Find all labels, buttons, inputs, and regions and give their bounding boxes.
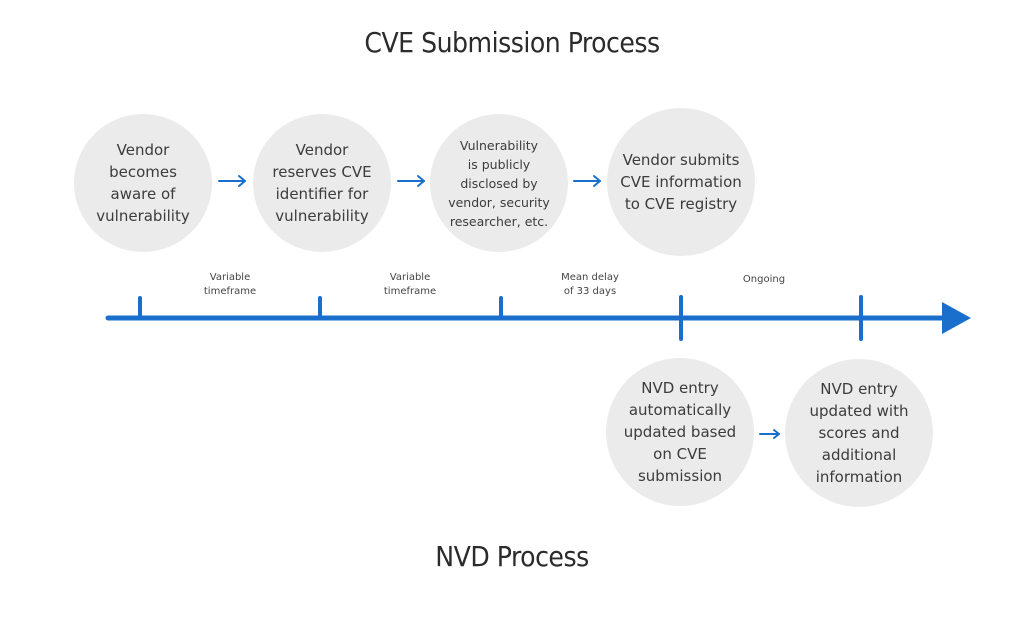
nvd-process-title: NVD Process [435, 540, 589, 573]
timeline-label-3: Mean delay of 33 days [561, 272, 619, 297]
cve-step-4: Vendor submits CVE information to CVE re… [607, 108, 755, 256]
timeline-diagram [105, 175, 971, 439]
timeline-arrowhead-icon [942, 302, 971, 334]
nvd-step-2: NVD entry updated with scores and additi… [785, 359, 933, 507]
nvd-step-1: NVD entry automatically updated based on… [606, 358, 754, 506]
timeline-label-1: Variable timeframe [203, 272, 257, 297]
right-arrow-icon [397, 175, 425, 187]
cve-step-1-text: Vendor becomes aware of vulnerability [96, 141, 190, 225]
timeline-label-2: Variable timeframe [383, 272, 437, 297]
right-arrow-icon [573, 175, 601, 187]
cve-step-2: Vendor reserves CVE identifier for vulne… [253, 114, 391, 252]
nvd-step-2-text: NVD entry updated with scores and additi… [809, 380, 909, 486]
right-arrow-icon [759, 429, 780, 439]
cve-step-3-text: Vulnerability is publicly disclosed by v… [448, 137, 550, 229]
cve-step-2-text: Vendor reserves CVE identifier for vulne… [272, 141, 372, 225]
cve-step-4-text: Vendor submits CVE information to CVE re… [620, 151, 742, 213]
right-arrow-icon [218, 175, 246, 187]
nvd-step-1-text: NVD entry automatically updated based on… [623, 379, 737, 485]
timeline-label-4: Ongoing [742, 274, 786, 285]
cve-step-1: Vendor becomes aware of vulnerability [74, 114, 212, 252]
cve-step-3: Vulnerability is publicly disclosed by v… [430, 114, 568, 252]
